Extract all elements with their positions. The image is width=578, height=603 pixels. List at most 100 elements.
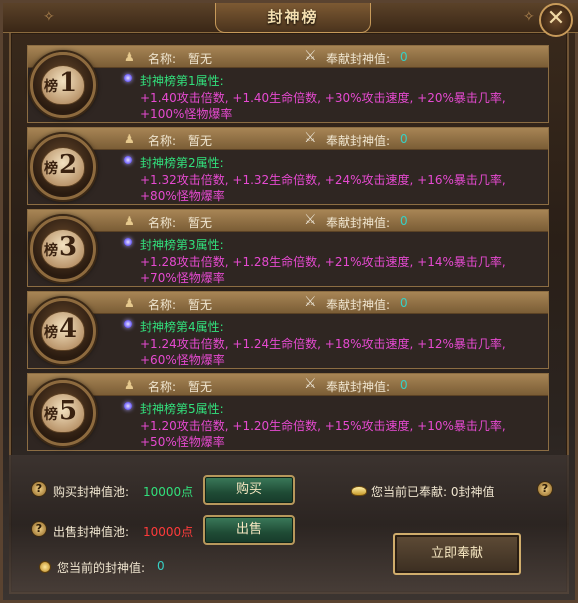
name-value: 暂无 [188, 52, 213, 66]
attr-text: +1.40攻击倍数, +1.40生命倍数, +30%攻击速度, +20%暴击几率… [140, 91, 506, 121]
person-icon: ♟ [124, 214, 135, 228]
rank-body: 封神榜第4属性: +1.24攻击倍数, +1.24生命倍数, +18%攻击速度,… [28, 314, 548, 368]
rank-row-5: ♟ 名称: 暂无 ⚔ 奉献封神值: 0 封神榜第5属性: +1.20攻击倍数, … [27, 373, 549, 451]
rank-medal: 榜 5 [30, 380, 96, 446]
medal-face: 榜 1 [41, 65, 85, 105]
medal-char: 榜 [44, 243, 58, 259]
fengshen-rank-window: ✧ ✧ 封神榜 ✕ ♟ 名称: 暂无 ⚔ 奉献封神值: 0 封神榜第1属性: +… [0, 0, 578, 603]
rank-header: ♟ 名称: 暂无 ⚔ 奉献封神值: 0 [28, 128, 548, 150]
purple-star-icon [124, 156, 132, 164]
help-icon[interactable]: ? [537, 481, 553, 497]
attr-text: +1.32攻击倍数, +1.32生命倍数, +24%攻击速度, +16%暴击几率… [140, 173, 506, 203]
medal-number: 3 [59, 232, 78, 262]
name-label: 名称: [148, 380, 177, 394]
person-icon: ♟ [124, 296, 135, 310]
attr-title: 封神榜第3属性: [140, 238, 224, 252]
contrib-value: 0 [400, 132, 408, 146]
attr-title: 封神榜第5属性: [140, 402, 224, 416]
contribute-now-button[interactable]: 立即奉献 [393, 533, 521, 575]
crossed-swords-icon: ⚔ [304, 130, 317, 146]
purple-star-icon [124, 402, 132, 410]
buy-button[interactable]: 购买 [203, 475, 295, 505]
contrib-label: 奉献封神值: [326, 216, 391, 230]
help-icon[interactable]: ? [31, 481, 47, 497]
gold-ingot-icon [351, 486, 367, 496]
medal-face: 榜 2 [41, 147, 85, 187]
contrib-label: 奉献封神值: [326, 52, 391, 66]
medal-face: 榜 5 [41, 393, 85, 433]
attr-text: +1.28攻击倍数, +1.28生命倍数, +21%攻击速度, +14%暴击几率… [140, 255, 506, 285]
medal-number: 1 [59, 68, 78, 98]
medal-number: 2 [59, 150, 78, 180]
attr-title: 封神榜第4属性: [140, 320, 224, 334]
buy-pool-value: 10000点 [143, 485, 194, 499]
crossed-swords-icon: ⚔ [304, 376, 317, 392]
contrib-value: 0 [400, 296, 408, 310]
current-contributed: 您当前已奉献: 0封神值 [371, 485, 495, 499]
rank-body: 封神榜第2属性: +1.32攻击倍数, +1.32生命倍数, +24%攻击速度,… [28, 150, 548, 204]
attr-text: +1.24攻击倍数, +1.24生命倍数, +18%攻击速度, +12%暴击几率… [140, 337, 506, 367]
medal-face: 榜 4 [41, 311, 85, 351]
contrib-label: 奉献封神值: [326, 380, 391, 394]
attr-title: 封神榜第2属性: [140, 156, 224, 170]
purple-star-icon [124, 238, 132, 246]
medal-face: 榜 3 [41, 229, 85, 269]
attr-title: 封神榜第1属性: [140, 74, 224, 88]
medal-number: 4 [59, 314, 78, 344]
contrib-value: 0 [400, 378, 408, 392]
left-ornament-icon: ✧ [43, 9, 55, 25]
person-icon: ♟ [124, 132, 135, 146]
rank-header: ♟ 名称: 暂无 ⚔ 奉献封神值: 0 [28, 210, 548, 232]
contrib-label: 奉献封神值: [326, 298, 391, 312]
crossed-swords-icon: ⚔ [304, 294, 317, 310]
crossed-swords-icon: ⚔ [304, 48, 317, 64]
rank-header: ♟ 名称: 暂无 ⚔ 奉献封神值: 0 [28, 46, 548, 68]
contrib-value: 0 [400, 214, 408, 228]
rank-medal: 榜 4 [30, 298, 96, 364]
medal-char: 榜 [44, 325, 58, 341]
current-value: 0 [157, 559, 165, 573]
purple-star-icon [124, 74, 132, 82]
medal-number: 5 [59, 396, 78, 426]
name-value: 暂无 [188, 380, 213, 394]
rank-header: ♟ 名称: 暂无 ⚔ 奉献封神值: 0 [28, 374, 548, 396]
rank-list: ♟ 名称: 暂无 ⚔ 奉献封神值: 0 封神榜第1属性: +1.40攻击倍数, … [27, 45, 549, 455]
rank-row-2: ♟ 名称: 暂无 ⚔ 奉献封神值: 0 封神榜第2属性: +1.32攻击倍数, … [27, 127, 549, 205]
name-label: 名称: [148, 52, 177, 66]
help-icon[interactable]: ? [31, 521, 47, 537]
rank-medal: 榜 2 [30, 134, 96, 200]
sell-pool-value: 10000点 [143, 525, 194, 539]
contrib-label: 奉献封神值: [326, 134, 391, 148]
name-label: 名称: [148, 216, 177, 230]
sell-button[interactable]: 出售 [203, 515, 295, 545]
name-value: 暂无 [188, 216, 213, 230]
name-label: 名称: [148, 298, 177, 312]
rank-medal: 榜 3 [30, 216, 96, 282]
medal-char: 榜 [44, 161, 58, 177]
attr-text: +1.20攻击倍数, +1.20生命倍数, +15%攻击速度, +10%暴击几率… [140, 419, 506, 449]
window-title: 封神榜 [215, 3, 371, 33]
name-value: 暂无 [188, 134, 213, 148]
medal-char: 榜 [44, 407, 58, 423]
name-label: 名称: [148, 134, 177, 148]
purple-star-icon [124, 320, 132, 328]
buy-pool-label: 购买封神值池: [53, 485, 130, 499]
name-value: 暂无 [188, 298, 213, 312]
rank-row-4: ♟ 名称: 暂无 ⚔ 奉献封神值: 0 封神榜第4属性: +1.24攻击倍数, … [27, 291, 549, 369]
right-ornament-icon: ✧ [523, 9, 535, 25]
person-icon: ♟ [124, 50, 135, 64]
rank-header: ♟ 名称: 暂无 ⚔ 奉献封神值: 0 [28, 292, 548, 314]
current-value-label: 您当前的封神值: [57, 561, 146, 575]
close-icon: ✕ [546, 6, 566, 31]
close-button[interactable]: ✕ [539, 3, 573, 37]
person-icon: ♟ [124, 378, 135, 392]
coin-icon [39, 561, 51, 573]
rank-body: 封神榜第5属性: +1.20攻击倍数, +1.20生命倍数, +15%攻击速度,… [28, 396, 548, 450]
contrib-value: 0 [400, 50, 408, 64]
rank-row-1: ♟ 名称: 暂无 ⚔ 奉献封神值: 0 封神榜第1属性: +1.40攻击倍数, … [27, 45, 549, 123]
medal-char: 榜 [44, 79, 58, 95]
rank-row-3: ♟ 名称: 暂无 ⚔ 奉献封神值: 0 封神榜第3属性: +1.28攻击倍数, … [27, 209, 549, 287]
sell-pool-label: 出售封神值池: [53, 525, 130, 539]
rank-body: 封神榜第1属性: +1.40攻击倍数, +1.40生命倍数, +30%攻击速度,… [28, 68, 548, 122]
rank-body: 封神榜第3属性: +1.28攻击倍数, +1.28生命倍数, +21%攻击速度,… [28, 232, 548, 286]
